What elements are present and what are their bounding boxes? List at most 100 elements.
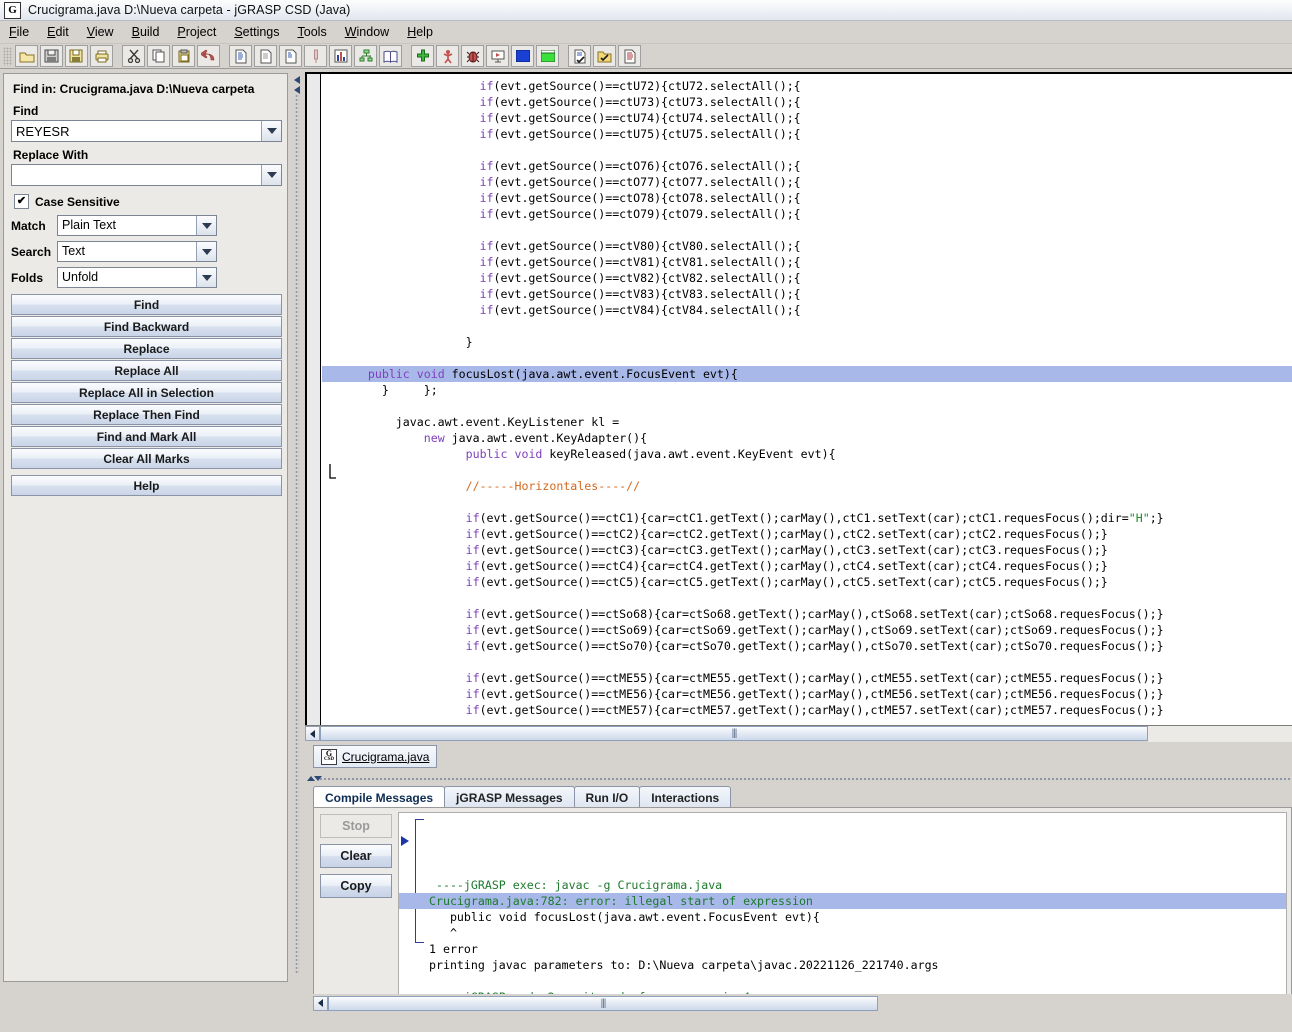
- code-line: if(evt.getSource()==ctO78){ctO78.selectA…: [479, 191, 801, 205]
- search-select[interactable]: Text: [57, 241, 217, 262]
- replace-all-in-selection-button[interactable]: Replace All in Selection: [11, 382, 282, 403]
- find-combo[interactable]: [11, 120, 282, 142]
- compile-output[interactable]: ----jGRASP exec: javac -g Crucigrama.jav…: [398, 812, 1287, 1002]
- open-folder-icon[interactable]: [15, 45, 38, 67]
- source-editor[interactable]: if(evt.getSource()==ctU72){ctU72.selectA…: [305, 72, 1292, 725]
- replace-combo[interactable]: [11, 164, 282, 186]
- run-applet-icon[interactable]: [486, 45, 509, 67]
- document-icon[interactable]: [618, 45, 641, 67]
- menu-window[interactable]: Window: [336, 23, 398, 41]
- find-option-search: Search Text: [11, 241, 280, 262]
- dropdown-button[interactable]: [196, 268, 216, 287]
- paste-icon[interactable]: [172, 45, 195, 67]
- remove-csd-icon[interactable]: [254, 45, 277, 67]
- horizontal-splitter[interactable]: [305, 775, 1292, 783]
- code-line: if(evt.getSource()==ctU75){ctU75.selectA…: [479, 127, 801, 141]
- copy-button[interactable]: Copy: [320, 874, 392, 898]
- code-line: if(evt.getSource()==ctC3){car=ctC3.getTe…: [465, 543, 1108, 557]
- scroll-thumb[interactable]: |||: [320, 726, 1148, 741]
- save-icon[interactable]: [40, 45, 63, 67]
- jgrasp-window: G Crucigrama.java D:\Nueva carpeta - jGR…: [0, 0, 1292, 1032]
- save-all-icon[interactable]: [65, 45, 88, 67]
- undo-icon[interactable]: [197, 45, 220, 67]
- menu-file[interactable]: File: [0, 23, 38, 41]
- pin-icon[interactable]: [304, 45, 327, 67]
- clear-all-marks-button[interactable]: Clear All Marks: [11, 448, 282, 469]
- code-line: public void focusLost(java.awt.event.Foc…: [322, 366, 1292, 382]
- chevron-down-icon: [266, 172, 277, 178]
- replace-button[interactable]: Replace: [11, 338, 282, 359]
- file-tab-crucigrama[interactable]: G CSD Crucigrama.java: [313, 745, 438, 768]
- splitter-grip[interactable]: [319, 777, 1292, 781]
- compile-error-line[interactable]: Crucigrama.java:782: error: illegal star…: [399, 893, 1286, 909]
- selected-value: Plain Text: [62, 218, 116, 232]
- case-sensitive-row[interactable]: ✔ Case Sensitive: [14, 194, 280, 209]
- menu-edit[interactable]: Edit: [38, 23, 78, 41]
- toolbar-grip[interactable]: [3, 46, 12, 66]
- blue-square-icon[interactable]: [511, 45, 534, 67]
- menu-help[interactable]: Help: [398, 23, 442, 41]
- code-text[interactable]: if(evt.getSource()==ctU72){ctU72.selectA…: [322, 74, 1292, 725]
- scroll-left-button[interactable]: [313, 995, 328, 1011]
- window-title: Crucigrama.java D:\Nueva carpeta - jGRAS…: [28, 3, 351, 17]
- dropdown-button[interactable]: [196, 242, 216, 261]
- find-panel: Find in: Crucigrama.java D:\Nueva carpet…: [3, 73, 288, 982]
- folder-check-icon[interactable]: [593, 45, 616, 67]
- menu-project[interactable]: Project: [168, 23, 225, 41]
- error-pointer-icon[interactable]: [401, 836, 409, 846]
- hierarchy-icon[interactable]: [354, 45, 377, 67]
- green-square-icon[interactable]: [536, 45, 559, 67]
- output-horizontal-scrollbar[interactable]: |||: [313, 994, 1292, 1012]
- csd-window-icon[interactable]: [279, 45, 302, 67]
- cut-icon[interactable]: [122, 45, 145, 67]
- collapse-left-icon[interactable]: [294, 76, 300, 84]
- collapse-right-icon[interactable]: [294, 86, 300, 94]
- print-icon[interactable]: [90, 45, 113, 67]
- replace-label: Replace With: [13, 148, 89, 162]
- folds-select[interactable]: Unfold: [57, 267, 217, 288]
- open-book-icon[interactable]: [379, 45, 402, 67]
- replace-dropdown-button[interactable]: [261, 165, 281, 185]
- bottom-tab-compile-messages[interactable]: Compile Messages: [313, 786, 446, 808]
- dropdown-button[interactable]: [196, 216, 216, 235]
- find-input[interactable]: [12, 121, 261, 141]
- menu-build[interactable]: Build: [123, 23, 169, 41]
- menu-tools[interactable]: Tools: [289, 23, 336, 41]
- splitter-grip[interactable]: [295, 94, 299, 974]
- replace-all-button[interactable]: Replace All: [11, 360, 282, 381]
- find-dropdown-button[interactable]: [261, 121, 281, 141]
- find-and-mark-all-button[interactable]: Find and Mark All: [11, 426, 282, 447]
- vertical-splitter[interactable]: [291, 70, 305, 985]
- plus-icon[interactable]: [411, 45, 434, 67]
- match-select[interactable]: Plain Text: [57, 215, 217, 236]
- find-option-folds: Folds Unfold: [11, 267, 280, 288]
- scroll-track[interactable]: [1148, 726, 1292, 742]
- find-backward-button[interactable]: Find Backward: [11, 316, 282, 337]
- bottom-tab-jgrasp-messages[interactable]: jGRASP Messages: [444, 786, 575, 808]
- chart-icon[interactable]: [329, 45, 352, 67]
- menu-view[interactable]: View: [78, 23, 123, 41]
- replace-input[interactable]: [12, 165, 261, 185]
- chevron-down-icon: [201, 248, 212, 255]
- scroll-thumb[interactable]: |||: [328, 995, 878, 1011]
- compile-message-line: ^: [429, 926, 457, 940]
- debug-bug-icon[interactable]: [461, 45, 484, 67]
- find-button[interactable]: Find: [11, 294, 282, 315]
- code-line: }: [326, 335, 473, 349]
- compile-check-icon[interactable]: [568, 45, 591, 67]
- replace-then-find-button[interactable]: Replace Then Find: [11, 404, 282, 425]
- generate-csd-icon[interactable]: [229, 45, 252, 67]
- bottom-tab-interactions[interactable]: Interactions: [639, 786, 732, 808]
- bottom-tab-run-i-o[interactable]: Run I/O: [573, 786, 641, 808]
- bottom-panel: Compile Messages jGRASP Messages Run I/O In…: [305, 786, 1292, 1032]
- case-sensitive-checkbox[interactable]: ✔: [14, 194, 29, 209]
- menu-settings[interactable]: Settings: [225, 23, 288, 41]
- run-icon[interactable]: [436, 45, 459, 67]
- help-button[interactable]: Help: [11, 475, 282, 496]
- scroll-left-button[interactable]: [305, 726, 320, 741]
- clear-button[interactable]: Clear: [320, 844, 392, 868]
- editor-horizontal-scrollbar[interactable]: |||: [305, 725, 1292, 742]
- copy-icon[interactable]: [147, 45, 170, 67]
